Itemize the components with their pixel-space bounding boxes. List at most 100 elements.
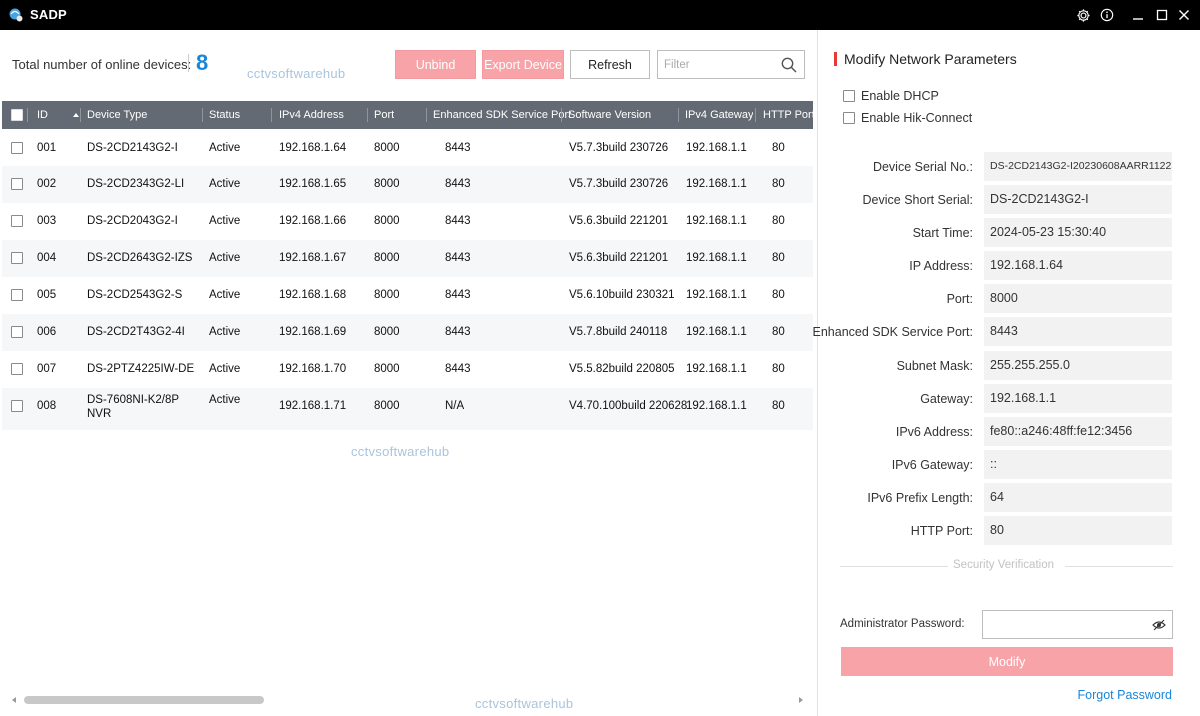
total-devices-count: 8 xyxy=(196,50,209,75)
cell-status: Active xyxy=(209,289,241,301)
row-checkbox[interactable] xyxy=(11,142,23,154)
start-time-label: Start Time: xyxy=(912,226,973,240)
cell-port: 8000 xyxy=(374,400,400,412)
cell-device-type: DS-2CD2043G2-I xyxy=(87,215,178,227)
column-header-http-port[interactable]: HTTP Port xyxy=(763,101,813,129)
section-marker xyxy=(834,52,837,66)
scrollbar-thumb[interactable] xyxy=(24,696,264,704)
cell-id: 004 xyxy=(37,252,57,264)
cell-ipv4: 192.168.1.68 xyxy=(279,289,347,301)
divider-line xyxy=(1065,566,1173,567)
column-header-device-type[interactable]: Device Type xyxy=(87,101,147,129)
table-row[interactable]: 008 DS-7608NI-K2/8P NVR Active 192.168.1… xyxy=(2,388,813,430)
row-checkbox[interactable] xyxy=(11,400,23,412)
filter-box xyxy=(657,50,805,79)
scroll-left-icon[interactable] xyxy=(12,697,16,703)
row-checkbox[interactable] xyxy=(11,289,23,301)
cell-port: 8000 xyxy=(374,326,400,338)
column-header-ipv4-address[interactable]: IPv4 Address xyxy=(279,101,344,129)
row-checkbox[interactable] xyxy=(11,178,23,190)
minimize-icon[interactable] xyxy=(1129,6,1147,24)
cell-status: Active xyxy=(209,394,241,406)
subnet-mask-field[interactable]: 255.255.255.0 xyxy=(984,351,1172,380)
column-header-status[interactable]: Status xyxy=(209,101,240,129)
cell-device-type: DS-2CD2143G2-I xyxy=(87,142,178,154)
column-header-sdk-port[interactable]: Enhanced SDK Service Port xyxy=(433,101,571,129)
port-label: Port: xyxy=(946,292,973,306)
row-checkbox[interactable] xyxy=(11,326,23,338)
column-header-ipv4-gateway[interactable]: IPv4 Gateway xyxy=(685,101,753,129)
cell-software-version: V5.7.3build 230726 xyxy=(569,142,669,154)
close-icon[interactable] xyxy=(1175,6,1193,24)
cell-device-type: DS-2CD2643G2-IZS xyxy=(87,252,193,264)
table-row[interactable]: 001 DS-2CD2143G2-I Active 192.168.1.64 8… xyxy=(2,129,813,166)
horizontal-scrollbar[interactable] xyxy=(10,694,805,706)
unbind-button[interactable]: Unbind xyxy=(395,50,476,79)
cell-sdk-port: 8443 xyxy=(445,252,471,264)
enable-dhcp-checkbox[interactable] xyxy=(843,90,855,102)
table-row[interactable]: 002 DS-2CD2343G2-LI Active 192.168.1.65 … xyxy=(2,166,813,203)
export-device-button[interactable]: Export Device xyxy=(482,50,564,79)
cell-gateway: 192.168.1.1 xyxy=(686,400,747,412)
cell-id: 003 xyxy=(37,215,57,227)
admin-password-label: Administrator Password: xyxy=(840,618,965,630)
table-row[interactable]: 005 DS-2CD2543G2-S Active 192.168.1.68 8… xyxy=(2,277,813,314)
table-row[interactable]: 003 DS-2CD2043G2-I Active 192.168.1.66 8… xyxy=(2,203,813,240)
cell-status: Active xyxy=(209,178,241,190)
cell-ipv4: 192.168.1.65 xyxy=(279,178,347,190)
row-checkbox[interactable] xyxy=(11,363,23,375)
ipv6-address-field: fe80::a246:48ff:fe12:3456 xyxy=(984,417,1172,446)
admin-password-box xyxy=(982,610,1173,639)
settings-gear-icon[interactable] xyxy=(1074,6,1092,24)
scroll-right-icon[interactable] xyxy=(799,697,803,703)
cell-gateway: 192.168.1.1 xyxy=(686,289,747,301)
cell-sdk-port: 8443 xyxy=(445,215,471,227)
column-header-software-version[interactable]: Software Version xyxy=(568,101,651,129)
gateway-field[interactable]: 192.168.1.1 xyxy=(984,384,1172,413)
cell-sdk-port: 8443 xyxy=(445,142,471,154)
column-header-port[interactable]: Port xyxy=(374,101,394,129)
show-password-eye-icon[interactable] xyxy=(1152,618,1166,632)
enable-hik-connect-option[interactable]: Enable Hik-Connect xyxy=(843,111,972,125)
select-all-checkbox[interactable] xyxy=(11,109,23,121)
cell-id: 001 xyxy=(37,142,57,154)
ip-address-field[interactable]: 192.168.1.64 xyxy=(984,251,1172,280)
sdk-port-field[interactable]: 8443 xyxy=(984,317,1172,346)
table-row[interactable]: 004 DS-2CD2643G2-IZS Active 192.168.1.67… xyxy=(2,240,813,277)
cell-status: Active xyxy=(209,252,241,264)
device-short-serial-label: Device Short Serial: xyxy=(862,193,973,207)
cell-status: Active xyxy=(209,215,241,227)
enable-dhcp-option[interactable]: Enable DHCP xyxy=(843,89,939,103)
admin-password-input[interactable] xyxy=(983,611,1143,638)
cell-gateway: 192.168.1.1 xyxy=(686,326,747,338)
cell-software-version: V5.5.82build 220805 xyxy=(569,363,675,375)
row-checkbox[interactable] xyxy=(11,215,23,227)
info-icon[interactable] xyxy=(1098,6,1116,24)
cell-gateway: 192.168.1.1 xyxy=(686,142,747,154)
modify-button[interactable]: Modify xyxy=(841,647,1173,676)
search-icon[interactable] xyxy=(780,56,798,74)
forgot-password-link[interactable]: Forgot Password xyxy=(1078,688,1172,702)
subnet-mask-label: Subnet Mask: xyxy=(896,359,973,373)
cell-port: 8000 xyxy=(374,289,400,301)
filter-input[interactable] xyxy=(658,51,776,78)
port-field[interactable]: 8000 xyxy=(984,284,1172,313)
maximize-icon[interactable] xyxy=(1153,6,1171,24)
http-port-label: HTTP Port: xyxy=(910,524,973,538)
cell-http-port: 80 xyxy=(772,289,785,301)
app-title: SADP xyxy=(30,7,67,22)
enable-hik-connect-label: Enable Hik-Connect xyxy=(861,111,973,125)
table-row[interactable]: 006 DS-2CD2T43G2-4I Active 192.168.1.69 … xyxy=(2,314,813,351)
modify-network-panel: Modify Network Parameters Enable DHCP En… xyxy=(813,30,1200,716)
refresh-button[interactable]: Refresh xyxy=(570,50,650,79)
table-row[interactable]: 007 DS-2PTZ4225IW-DE Active 192.168.1.70… xyxy=(2,351,813,388)
row-checkbox[interactable] xyxy=(11,252,23,264)
cell-software-version: V5.6.3build 221201 xyxy=(569,252,669,264)
http-port-field[interactable]: 80 xyxy=(984,516,1172,545)
enable-hik-connect-checkbox[interactable] xyxy=(843,112,855,124)
cell-sdk-port: N/A xyxy=(445,400,465,412)
cell-software-version: V5.7.3build 230726 xyxy=(569,178,669,190)
column-header-id[interactable]: ID xyxy=(37,101,48,129)
count-divider xyxy=(188,54,189,72)
sdk-port-label: Enhanced SDK Service Port: xyxy=(812,325,974,339)
